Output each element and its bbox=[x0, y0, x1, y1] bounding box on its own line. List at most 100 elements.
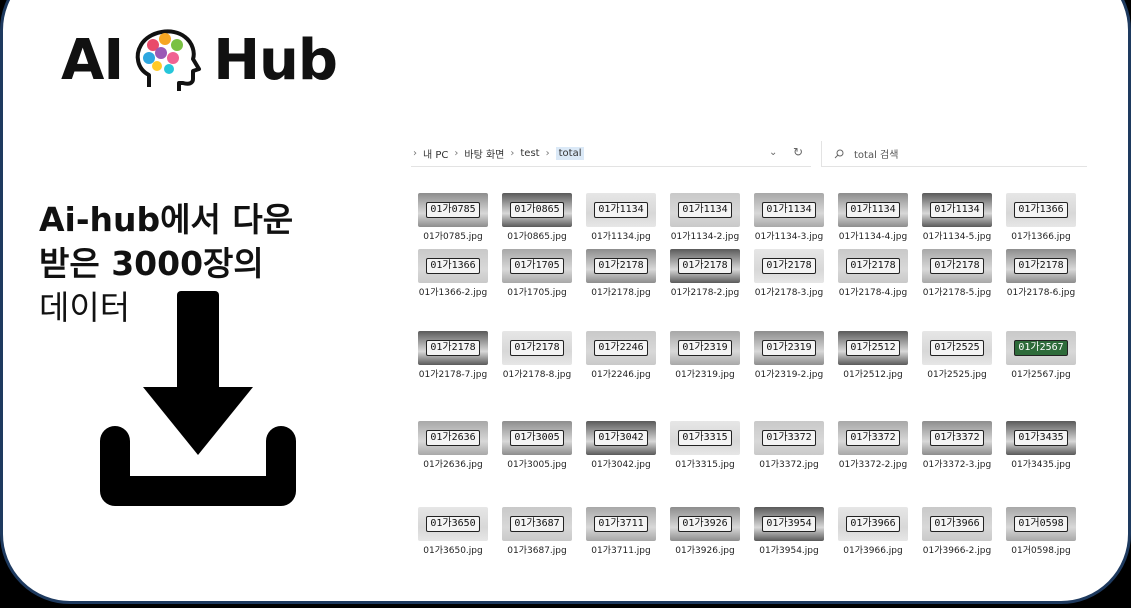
license-plate-image: 01가2525 bbox=[930, 340, 984, 356]
file-name: 01가2178-3.jpg bbox=[754, 288, 824, 298]
breadcrumb-my-pc[interactable]: 내 PC bbox=[423, 146, 448, 161]
file-item[interactable]: 01가2178 01가2178-7.jpg bbox=[411, 331, 495, 380]
file-item[interactable]: 01가3954 01가3954.jpg bbox=[747, 507, 831, 556]
file-item[interactable]: 01가3315 01가3315.jpg bbox=[663, 421, 747, 470]
file-item[interactable]: 01가2178 01가2178-2.jpg bbox=[663, 249, 747, 298]
file-item[interactable]: 01가1134 01가1134-4.jpg bbox=[831, 193, 915, 242]
chevron-right-icon: › bbox=[545, 148, 550, 159]
file-item[interactable]: 01가0785 01가0785.jpg bbox=[411, 193, 495, 242]
file-name: 01가3711.jpg bbox=[591, 546, 651, 556]
file-item[interactable]: 01가2567 01가2567.jpg bbox=[999, 331, 1083, 380]
license-plate-image: 01가2178 bbox=[594, 258, 648, 274]
file-item[interactable]: 01가1366 01가1366-2.jpg bbox=[411, 249, 495, 298]
file-item[interactable]: 01가1705 01가1705.jpg bbox=[495, 249, 579, 298]
file-thumbnail: 01가2246 bbox=[586, 331, 656, 365]
file-item[interactable]: 01가3650 01가3650.jpg bbox=[411, 507, 495, 556]
license-plate-image: 01가3005 bbox=[510, 430, 564, 446]
file-item[interactable]: 01가2319 01가2319.jpg bbox=[663, 331, 747, 380]
file-item[interactable]: 01가0865 01가0865.jpg bbox=[495, 193, 579, 242]
file-name: 01가3687.jpg bbox=[507, 546, 567, 556]
file-item[interactable]: 01가2178 01가2178-5.jpg bbox=[915, 249, 999, 298]
slide-card: AI Hub Ai-hub에서 다운 받은 3000장의 데이터 › 내 PC … bbox=[0, 0, 1131, 604]
breadcrumb-test[interactable]: test bbox=[520, 148, 539, 159]
brain-head-icon bbox=[135, 29, 202, 91]
file-item[interactable]: 01가3372 01가3372-3.jpg bbox=[915, 421, 999, 470]
file-item[interactable]: 01가3042 01가3042.jpg bbox=[579, 421, 663, 470]
file-thumbnail: 01가1134 bbox=[670, 193, 740, 227]
file-name: 01가3954.jpg bbox=[759, 546, 819, 556]
file-thumbnail: 01가0785 bbox=[418, 193, 488, 227]
file-thumbnail: 01가2319 bbox=[670, 331, 740, 365]
file-item[interactable]: 01가3372 01가3372.jpg bbox=[747, 421, 831, 470]
license-plate-image: 01가0785 bbox=[426, 202, 480, 218]
logo-text-hub: Hub bbox=[213, 27, 338, 93]
file-name: 01가3005.jpg bbox=[507, 460, 567, 470]
file-thumbnail: 01가2178 bbox=[418, 331, 488, 365]
file-thumbnail: 01가2567 bbox=[1006, 331, 1076, 365]
file-name: 01가1705.jpg bbox=[507, 288, 567, 298]
file-item[interactable]: 01가1134 01가1134-5.jpg bbox=[915, 193, 999, 242]
file-thumbnail: 01가2178 bbox=[838, 249, 908, 283]
file-name: 01가0785.jpg bbox=[423, 232, 483, 242]
file-item[interactable]: 01가3966 01가3966-2.jpg bbox=[915, 507, 999, 556]
chevron-down-icon[interactable]: ⌄ bbox=[769, 147, 777, 158]
file-name: 01가2178-4.jpg bbox=[838, 288, 908, 298]
file-item[interactable]: 01가2178 01가2178.jpg bbox=[579, 249, 663, 298]
file-item[interactable]: 01가3926 01가3926.jpg bbox=[663, 507, 747, 556]
file-item[interactable]: 01가2178 01가2178-8.jpg bbox=[495, 331, 579, 380]
file-thumbnail: 01가1134 bbox=[586, 193, 656, 227]
file-item[interactable]: 01가1134 01가1134-3.jpg bbox=[747, 193, 831, 242]
file-item[interactable]: 01가3687 01가3687.jpg bbox=[495, 507, 579, 556]
file-item[interactable]: 01가3711 01가3711.jpg bbox=[579, 507, 663, 556]
file-name: 01가3042.jpg bbox=[591, 460, 651, 470]
file-item[interactable]: 01가2512 01가2512.jpg bbox=[831, 331, 915, 380]
file-name: 01가2178-8.jpg bbox=[502, 370, 572, 380]
file-item[interactable]: 01거0598 01거0598.jpg bbox=[999, 507, 1083, 556]
file-item[interactable]: 01가1134 01가1134-2.jpg bbox=[663, 193, 747, 242]
file-name: 01가1134-4.jpg bbox=[838, 232, 908, 242]
file-thumbnail: 01가2178 bbox=[1006, 249, 1076, 283]
breadcrumb-total[interactable]: total bbox=[555, 147, 585, 160]
file-item[interactable]: 01가3005 01가3005.jpg bbox=[495, 421, 579, 470]
file-name: 01가3966-2.jpg bbox=[922, 546, 992, 556]
file-item[interactable]: 01가2178 01가2178-3.jpg bbox=[747, 249, 831, 298]
file-item[interactable]: 01가2178 01가2178-4.jpg bbox=[831, 249, 915, 298]
license-plate-image: 01가1134 bbox=[846, 202, 900, 218]
file-item[interactable]: 01가3966 01가3966.jpg bbox=[831, 507, 915, 556]
search-input[interactable]: total 검색 bbox=[821, 141, 1087, 167]
address-bar[interactable]: › 내 PC › 바탕 화면 › test › total ⌄ ↻ bbox=[411, 141, 811, 167]
refresh-icon[interactable]: ↻ bbox=[793, 145, 803, 159]
file-item[interactable]: 01가3372 01가3372-2.jpg bbox=[831, 421, 915, 470]
file-item[interactable]: 01가3435 01가3435.jpg bbox=[999, 421, 1083, 470]
file-name: 01가2636.jpg bbox=[423, 460, 483, 470]
file-thumbnail: 01가2512 bbox=[838, 331, 908, 365]
file-thumbnail: 01가3372 bbox=[838, 421, 908, 455]
file-item[interactable]: 01가1366 01가1366.jpg bbox=[999, 193, 1083, 242]
file-item[interactable]: 01가2319 01가2319-2.jpg bbox=[747, 331, 831, 380]
file-item[interactable]: 01가1134 01가1134.jpg bbox=[579, 193, 663, 242]
file-name: 01가3966.jpg bbox=[843, 546, 903, 556]
breadcrumb-desktop[interactable]: 바탕 화면 bbox=[464, 146, 504, 161]
file-thumbnail: 01가2178 bbox=[502, 331, 572, 365]
file-item[interactable]: 01가2178 01가2178-6.jpg bbox=[999, 249, 1083, 298]
file-item[interactable]: 01가2636 01가2636.jpg bbox=[411, 421, 495, 470]
file-name: 01가2178-6.jpg bbox=[1006, 288, 1076, 298]
file-item[interactable]: 01가2525 01가2525.jpg bbox=[915, 331, 999, 380]
license-plate-image: 01가3966 bbox=[930, 516, 984, 532]
file-thumbnail: 01가3711 bbox=[586, 507, 656, 541]
license-plate-image: 01가1134 bbox=[678, 202, 732, 218]
file-name: 01가2512.jpg bbox=[843, 370, 903, 380]
file-thumbnail: 01가2178 bbox=[922, 249, 992, 283]
file-thumbnail: 01가2178 bbox=[586, 249, 656, 283]
chevron-right-icon: › bbox=[510, 148, 515, 159]
file-name: 01가2178-2.jpg bbox=[670, 288, 740, 298]
file-name: 01가2178-7.jpg bbox=[418, 370, 488, 380]
license-plate-image: 01가3042 bbox=[594, 430, 648, 446]
chevron-right-icon: › bbox=[454, 148, 459, 159]
license-plate-image: 01가1134 bbox=[762, 202, 816, 218]
license-plate-image: 01가1366 bbox=[426, 258, 480, 274]
file-item[interactable]: 01가2246 01가2246.jpg bbox=[579, 331, 663, 380]
file-name: 01거0598.jpg bbox=[1011, 546, 1071, 556]
file-thumbnail: 01가0865 bbox=[502, 193, 572, 227]
license-plate-image: 01가1705 bbox=[510, 258, 564, 274]
